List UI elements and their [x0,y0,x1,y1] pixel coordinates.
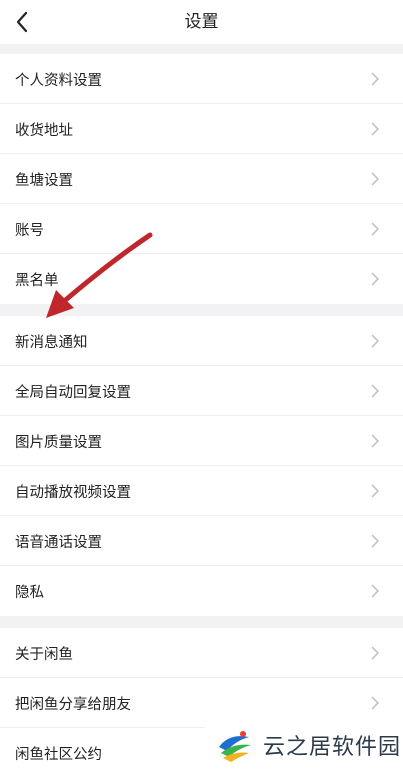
settings-item-label: 收货地址 [15,122,73,139]
settings-item-about[interactable]: 关于闲鱼 [0,628,403,678]
settings-item-privacy[interactable]: 隐私 [0,566,403,616]
group-divider [0,304,403,316]
settings-item-label: 黑名单 [15,272,59,289]
settings-item-shipping-address[interactable]: 收货地址 [0,104,403,154]
settings-item-label: 自动播放视频设置 [15,484,131,501]
chevron-right-icon [371,172,380,186]
settings-item-account[interactable]: 账号 [0,204,403,254]
watermark-logo-icon [217,728,253,762]
settings-item-label: 账号 [15,222,44,239]
nav-bar: 设置 [0,0,403,44]
settings-item-auto-reply[interactable]: 全局自动回复设置 [0,366,403,416]
settings-item-label: 图片质量设置 [15,434,102,451]
chevron-right-icon [371,696,380,710]
group-divider [0,616,403,628]
settings-item-label: 语音通话设置 [15,534,102,551]
chevron-right-icon [371,272,380,286]
settings-item-label: 把闲鱼分享给朋友 [15,696,131,713]
settings-item-autoplay-video[interactable]: 自动播放视频设置 [0,466,403,516]
settings-item-label: 关于闲鱼 [15,646,73,663]
settings-item-label: 闲鱼社区公约 [15,746,102,763]
settings-item-image-quality[interactable]: 图片质量设置 [0,416,403,466]
group-divider [0,44,403,54]
chevron-right-icon [371,484,380,498]
settings-item-label: 鱼塘设置 [15,172,73,189]
settings-item-fish-pond[interactable]: 鱼塘设置 [0,154,403,204]
settings-item-new-message-notifications[interactable]: 新消息通知 [0,316,403,366]
settings-screen: 设置 个人资料设置 收货地址 鱼塘设置 账号 黑名单 新消息通知 全局自动回复设… [0,0,403,769]
chevron-right-icon [371,334,380,348]
chevron-right-icon [371,384,380,398]
settings-item-label: 个人资料设置 [15,72,102,89]
watermark: 云之居软件园 [205,720,403,769]
settings-group-account: 个人资料设置 收货地址 鱼塘设置 账号 黑名单 [0,54,403,304]
chevron-right-icon [371,534,380,548]
chevron-right-icon [371,584,380,598]
chevron-right-icon [371,434,380,448]
settings-item-blacklist[interactable]: 黑名单 [0,254,403,304]
settings-item-label: 新消息通知 [15,334,88,351]
chevron-right-icon [371,72,380,86]
chevron-right-icon [371,646,380,660]
settings-group-preferences: 新消息通知 全局自动回复设置 图片质量设置 自动播放视频设置 语音通话设置 隐私 [0,316,403,616]
settings-item-profile[interactable]: 个人资料设置 [0,54,403,104]
settings-item-voice-call[interactable]: 语音通话设置 [0,516,403,566]
chevron-right-icon [371,222,380,236]
chevron-right-icon [371,122,380,136]
watermark-text: 云之居软件园 [263,734,402,760]
page-title: 设置 [184,12,219,32]
settings-item-label: 全局自动回复设置 [15,384,131,401]
settings-item-label: 隐私 [15,584,44,601]
